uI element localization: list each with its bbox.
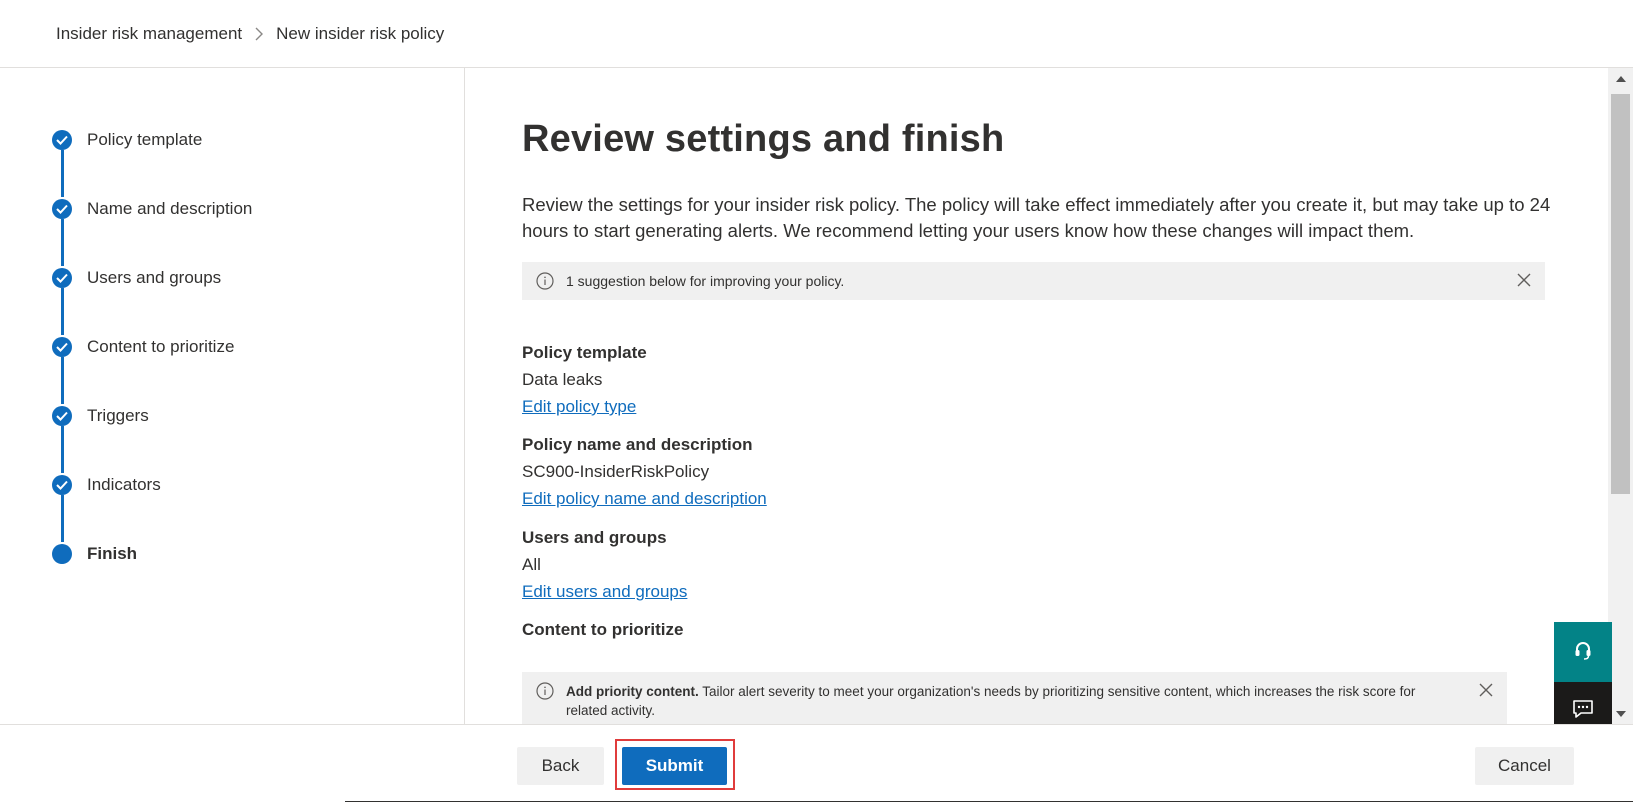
scroll-thumb[interactable] — [1611, 94, 1630, 494]
checkmark-icon — [52, 337, 72, 357]
priority-content-text: Add priority content. Tailor alert sever… — [566, 682, 1446, 720]
chevron-right-icon — [254, 27, 264, 41]
close-icon[interactable] — [1479, 683, 1493, 700]
page-title: Review settings and finish — [522, 118, 1005, 160]
suggestion-banner: 1 suggestion below for improving your po… — [522, 262, 1545, 300]
step-connector — [61, 150, 64, 197]
step-label: Finish — [87, 544, 138, 563]
submit-button[interactable]: Submit — [622, 747, 727, 785]
review-panel: Review settings and finish Review the se… — [466, 68, 1608, 724]
close-icon[interactable] — [1517, 273, 1531, 290]
checkmark-icon — [52, 199, 72, 219]
info-icon — [536, 272, 554, 293]
step-label: Content to prioritize — [87, 337, 235, 356]
priority-content-banner: Add priority content. Tailor alert sever… — [522, 672, 1507, 724]
section-title-users-and-groups: Users and groups — [522, 528, 667, 547]
step-label: Policy template — [87, 130, 203, 149]
suggestion-text: 1 suggestion below for improving your po… — [566, 273, 845, 289]
step-connector — [61, 357, 64, 404]
step-finish: Finish — [52, 542, 137, 566]
step-label: Users and groups — [87, 268, 222, 287]
section-value-policy-template: Data leaks — [522, 370, 603, 389]
back-button[interactable]: Back — [517, 747, 604, 785]
step-label: Indicators — [87, 475, 161, 494]
step-indicators[interactable]: Indicators — [52, 473, 161, 497]
step-triggers[interactable]: Triggers — [52, 404, 149, 428]
header: Insider risk management New insider risk… — [0, 0, 1633, 68]
chat-feedback-icon — [1572, 699, 1594, 724]
help-button[interactable] — [1554, 622, 1612, 682]
step-policy-template[interactable]: Policy template — [52, 128, 202, 152]
step-connector — [61, 219, 64, 266]
info-icon — [536, 682, 554, 703]
step-connector — [61, 288, 64, 335]
checkmark-icon — [52, 130, 72, 150]
priority-content-heading: Add priority content. — [566, 684, 699, 699]
checkmark-icon — [52, 268, 72, 288]
edit-policy-type-link[interactable]: Edit policy type — [522, 397, 636, 417]
edit-users-and-groups-link[interactable]: Edit users and groups — [522, 582, 687, 602]
scroll-up-arrow-icon[interactable] — [1608, 68, 1633, 88]
checkmark-icon — [52, 406, 72, 426]
step-label: Triggers — [87, 406, 149, 425]
section-value-policy-name: SC900-InsiderRiskPolicy — [522, 462, 710, 481]
breadcrumb-current: New insider risk policy — [276, 24, 445, 43]
wizard-stepper: Policy template Name and description Use… — [0, 68, 465, 724]
section-title-policy-name: Policy name and description — [522, 435, 753, 454]
breadcrumb: Insider risk management New insider risk… — [56, 24, 444, 44]
headset-icon — [1574, 640, 1592, 665]
cancel-button[interactable]: Cancel — [1475, 747, 1574, 785]
page: Insider risk management New insider risk… — [0, 0, 1633, 802]
step-connector — [61, 495, 64, 542]
breadcrumb-parent[interactable]: Insider risk management — [56, 24, 242, 44]
edit-policy-name-link[interactable]: Edit policy name and description — [522, 489, 767, 509]
section-title-policy-template: Policy template — [522, 343, 647, 362]
step-content-to-prioritize[interactable]: Content to prioritize — [52, 335, 234, 359]
step-connector — [61, 426, 64, 473]
section-title-content-to-prioritize: Content to prioritize — [522, 620, 684, 639]
step-label: Name and description — [87, 199, 253, 218]
footer-actions: Back Submit Cancel — [0, 724, 1633, 802]
step-users-and-groups[interactable]: Users and groups — [52, 266, 221, 290]
section-value-users-and-groups: All — [522, 555, 541, 574]
checkmark-icon — [52, 475, 72, 495]
intro-text: Review the settings for your insider ris… — [522, 194, 1551, 241]
current-step-dot-icon — [52, 544, 72, 564]
step-name-and-description[interactable]: Name and description — [52, 197, 252, 221]
